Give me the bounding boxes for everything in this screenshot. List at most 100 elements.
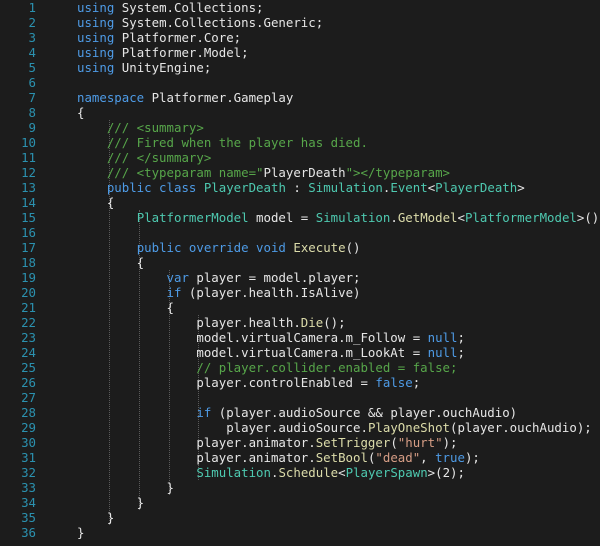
line-number: 23 xyxy=(21,330,36,345)
code-token: if xyxy=(196,405,212,420)
code-token: null xyxy=(427,330,458,345)
code-token: Schedule xyxy=(278,465,339,480)
code-line: 36} xyxy=(0,525,600,540)
line-number: 14 xyxy=(21,195,36,210)
code-text: player.controlEnabled = false; xyxy=(77,375,420,390)
code-token: ; xyxy=(412,375,421,390)
code-text: using System.Collections; xyxy=(77,0,264,15)
code-line: 3 using Platformer.Core; xyxy=(0,30,600,45)
code-token: Execute xyxy=(293,240,346,255)
code-token: player.animator. xyxy=(77,450,316,465)
code-token: public override void xyxy=(136,240,286,255)
code-text: /// <summary> xyxy=(77,120,204,135)
code-token: SetTrigger xyxy=(315,435,391,450)
line-number: 4 xyxy=(28,45,36,60)
code-text: if (player.health.IsAlive) xyxy=(77,285,361,300)
code-text: model.virtualCamera.m_LookAt = null; xyxy=(77,345,465,360)
line-number: 30 xyxy=(21,435,36,450)
code-token: Platformer.Gameplay xyxy=(144,90,294,105)
code-line: 17 public override void Execute() xyxy=(0,240,600,255)
code-token: < xyxy=(338,465,346,480)
code-token: player = model.player; xyxy=(188,270,361,285)
line-number: 27 xyxy=(21,390,36,405)
code-token: player.controlEnabled = xyxy=(77,375,376,390)
code-text: if (player.audioSource && player.ouchAud… xyxy=(77,405,517,420)
code-token: >(); xyxy=(576,210,600,225)
code-line: 13 public class PlayerDeath : Simulation… xyxy=(0,180,600,195)
code-line: 20 if (player.health.IsAlive) xyxy=(0,285,600,300)
code-token: . xyxy=(390,210,398,225)
line-number: 15 xyxy=(21,210,36,225)
code-token: } xyxy=(77,525,85,540)
code-line: 7 namespace Platformer.Gameplay xyxy=(0,90,600,105)
code-token: ); xyxy=(464,450,480,465)
code-line: 2 using System.Collections.Generic; xyxy=(0,15,600,30)
code-token: Simulation xyxy=(196,465,271,480)
code-token: >(2); xyxy=(427,465,465,480)
code-text: { xyxy=(77,195,114,210)
code-token: { xyxy=(77,105,85,120)
line-number: 19 xyxy=(21,270,36,285)
line-number: 34 xyxy=(21,495,36,510)
code-line: 4 using Platformer.Model; xyxy=(0,45,600,60)
code-text: } xyxy=(77,510,114,525)
code-token: ( xyxy=(390,435,398,450)
line-number: 35 xyxy=(21,510,36,525)
code-token: ; xyxy=(457,345,465,360)
code-token: { xyxy=(77,255,145,270)
code-line: 25 // player.collider.enabled = false; xyxy=(0,360,600,375)
code-token: public class xyxy=(106,180,197,195)
code-line: 9 /// <summary> xyxy=(0,120,600,135)
code-token: /// Fired when the player has died. xyxy=(106,135,368,150)
line-number: 17 xyxy=(21,240,36,255)
line-number: 29 xyxy=(21,420,36,435)
code-token: Platformer.Core; xyxy=(114,30,242,45)
code-line: 21 { xyxy=(0,300,600,315)
code-token: // player.collider.enabled = false; xyxy=(196,360,458,375)
code-token: } xyxy=(77,480,174,495)
code-token: player.health. xyxy=(77,315,301,330)
code-text: } xyxy=(77,495,144,510)
code-token: } xyxy=(77,510,115,525)
code-token: Simulation xyxy=(308,180,383,195)
code-text: model.virtualCamera.m_Follow = null; xyxy=(77,330,465,345)
code-line: 33 } xyxy=(0,480,600,495)
code-token: PlayerSpawn xyxy=(345,465,428,480)
code-line: 32 Simulation.Schedule<PlayerSpawn>(2); xyxy=(0,465,600,480)
code-token: PlayOneShot xyxy=(367,420,450,435)
code-line: 34 } xyxy=(0,495,600,510)
code-editor[interactable]: 1 using System.Collections; 2 using System.… xyxy=(0,0,600,546)
code-token: SetBool xyxy=(315,450,368,465)
code-line: 26 player.controlEnabled = false; xyxy=(0,375,600,390)
code-line: 24 model.virtualCamera.m_LookAt = null; xyxy=(0,345,600,360)
code-line: 27 xyxy=(0,390,600,405)
code-token: using xyxy=(77,30,115,45)
code-text: PlatformerModel model = Simulation.GetMo… xyxy=(77,210,600,225)
code-text: using Platformer.Model; xyxy=(77,45,249,60)
line-number: 10 xyxy=(21,135,36,150)
code-text: player.animator.SetBool("dead", true); xyxy=(77,450,480,465)
code-token: ; xyxy=(457,330,465,345)
code-token: PlatformerModel xyxy=(136,210,249,225)
code-token: /// <typeparam name=" xyxy=(106,165,264,180)
code-token: > xyxy=(517,180,525,195)
code-token: using xyxy=(77,15,115,30)
code-token: () xyxy=(345,240,361,255)
line-number: 28 xyxy=(21,405,36,420)
code-line: 10 /// Fired when the player has died. xyxy=(0,135,600,150)
code-text: Simulation.Schedule<PlayerSpawn>(2); xyxy=(77,465,465,480)
line-number: 36 xyxy=(21,525,36,540)
code-token: false xyxy=(375,375,413,390)
line-number: 26 xyxy=(21,375,36,390)
code-text: } xyxy=(77,525,84,540)
line-number: 31 xyxy=(21,450,36,465)
code-token: Platformer.Model; xyxy=(114,45,249,60)
code-text: // player.collider.enabled = false; xyxy=(77,360,457,375)
